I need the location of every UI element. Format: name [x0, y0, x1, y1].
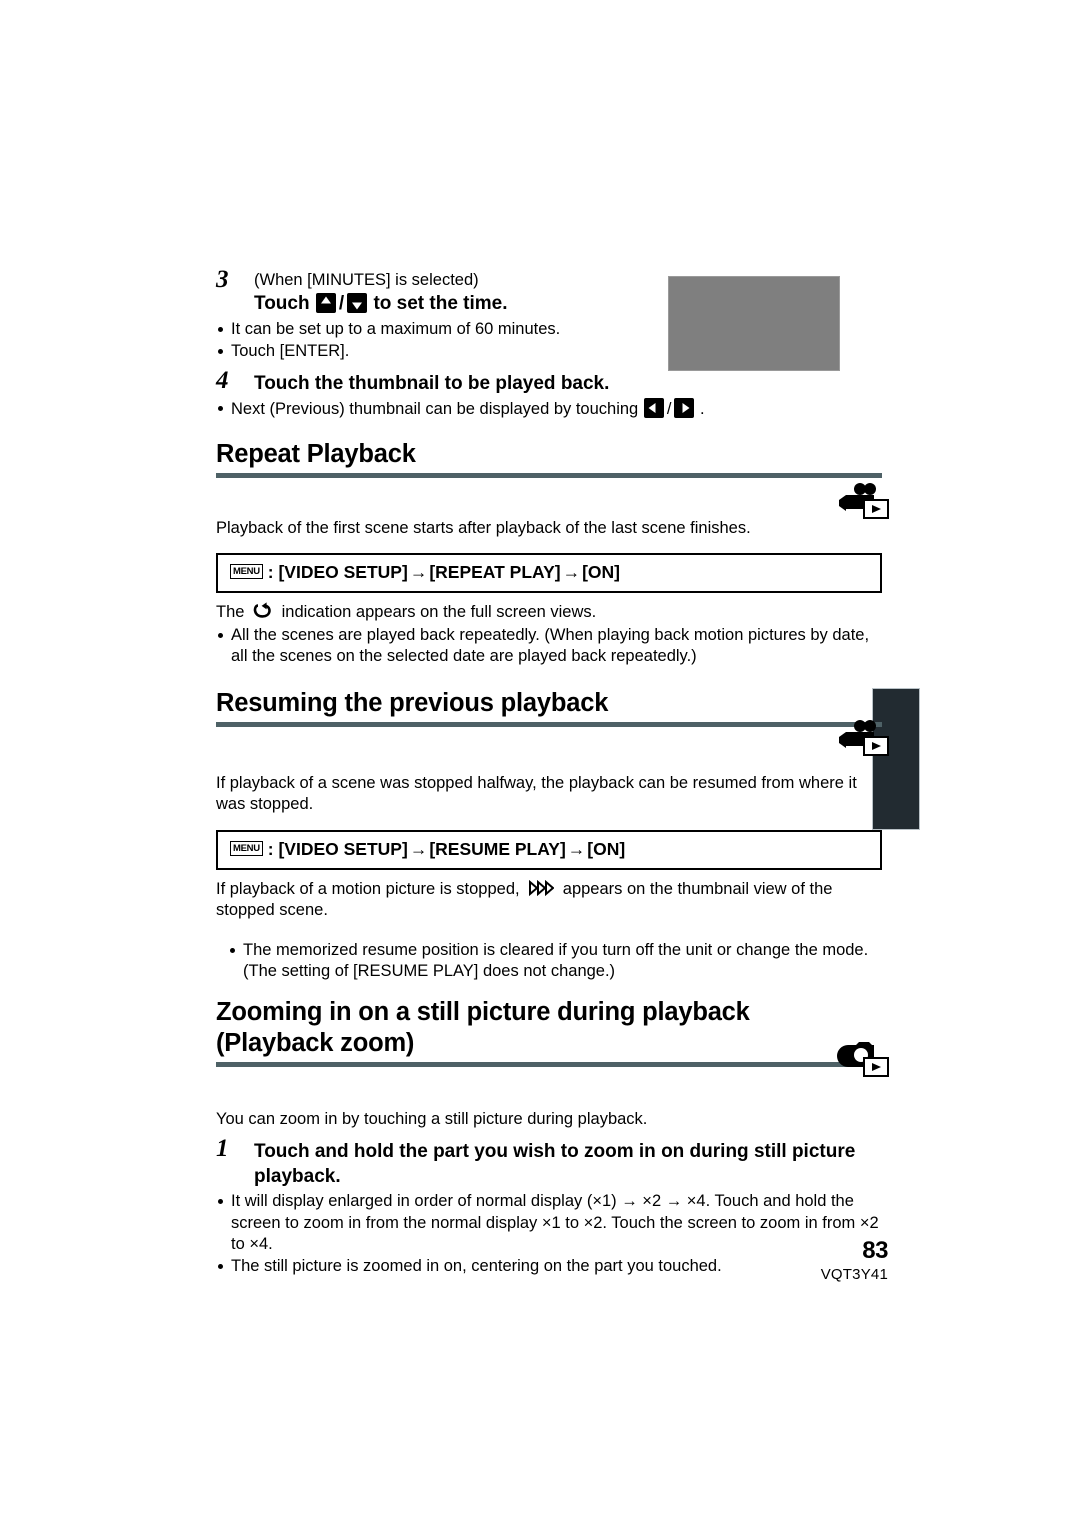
arrow-icon: →	[409, 838, 428, 859]
step-number: 3	[216, 266, 229, 293]
page-content: 3 (When [MINUTES] is selected) Touch / t…	[216, 266, 889, 1278]
menu-colon: :	[267, 562, 274, 582]
bullet-text-suffix: .	[700, 400, 705, 418]
triangle-up-button[interactable]	[315, 293, 336, 313]
triangle-left-button[interactable]	[643, 398, 664, 418]
document-code: VQT3Y41	[820, 1266, 888, 1283]
separator-slash: /	[338, 293, 345, 314]
resume-note-prefix: If playback of a motion picture is stopp…	[216, 879, 520, 898]
video-camera-playback-icon	[834, 718, 890, 760]
step-condition: (When [MINUTES] is selected)	[254, 271, 479, 289]
section-intro: You can zoom in by touching a still pict…	[216, 1109, 648, 1128]
bullet-item: All the scenes are played back repeatedl…	[216, 625, 882, 668]
heading-rule	[216, 1061, 882, 1067]
menu-icon[interactable]: MENU	[230, 840, 263, 856]
menu-path-repeat-play: MENU : [VIDEO SETUP] → [REPEAT PLAY] → […	[216, 553, 882, 593]
indication-prefix: The	[216, 603, 245, 621]
bullet-item: It can be set up to a maximum of 60 minu…	[216, 319, 882, 341]
triangle-right-button[interactable]	[674, 398, 695, 418]
step-3: 3 (When [MINUTES] is selected) Touch / t…	[216, 266, 882, 317]
section-bullets: The memorized resume position is cleared…	[228, 940, 882, 983]
section-intro: Playback of the first scene starts after…	[216, 518, 751, 537]
step-instruction: Touch and hold the part you wish to zoom…	[254, 1141, 856, 1187]
section-resuming-previous-playback: Resuming the previous playback If playba…	[216, 688, 889, 983]
separator-slash: /	[666, 400, 672, 418]
bullet-item: Next (Previous) thumbnail can be display…	[216, 398, 882, 421]
menu-item[interactable]: [ON]	[582, 562, 620, 583]
step-instruction: Touch / to set the time.	[254, 291, 882, 317]
indication-note: The indication appears on the full scree…	[216, 602, 882, 624]
step-instruction-suffix: to set the time.	[373, 293, 508, 314]
bullet-text-prefix: Next (Previous) thumbnail can be display…	[231, 400, 639, 418]
step-4: 4 Touch the thumbnail to be played back.	[216, 367, 882, 396]
menu-item[interactable]: [ON]	[587, 839, 625, 860]
step-4-bullets: Next (Previous) thumbnail can be display…	[216, 398, 882, 421]
manual-page: 3 (When [MINUTES] is selected) Touch / t…	[0, 0, 1080, 1526]
page-number: 83	[862, 1237, 888, 1264]
menu-colon: :	[267, 838, 274, 859]
section-heading: Repeat Playback	[216, 439, 416, 468]
arrow-icon: →	[567, 838, 586, 859]
menu-item[interactable]: [VIDEO SETUP]	[278, 562, 407, 583]
heading-rule	[216, 472, 882, 478]
step-1-zoom: 1 Touch and hold the part you wish to zo…	[216, 1135, 882, 1189]
step-instruction: Touch the thumbnail to be played back.	[254, 373, 610, 394]
arrow-icon: →	[562, 562, 581, 582]
menu-item[interactable]: [VIDEO SETUP]	[278, 839, 407, 860]
video-camera-playback-icon	[834, 481, 890, 523]
section-repeat-playback: Repeat Playback Playback of the first sc…	[216, 439, 889, 668]
bullet-item: The memorized resume position is cleared…	[228, 940, 882, 983]
section-heading-line-2: (Playback zoom)	[216, 1028, 415, 1057]
arrow-icon: →	[409, 562, 428, 582]
section-heading-line-1: Zooming in on a still picture during pla…	[216, 997, 750, 1026]
section-heading: Zooming in on a still picture during pla…	[216, 997, 882, 1059]
step-instruction-prefix: Touch	[254, 293, 310, 314]
menu-item[interactable]: [RESUME PLAY]	[429, 839, 565, 860]
heading-rule	[216, 721, 882, 727]
bullet-item: Touch [ENTER].	[216, 341, 882, 363]
section-bullets: All the scenes are played back repeatedl…	[216, 625, 882, 668]
menu-icon[interactable]: MENU	[230, 564, 263, 579]
resume-note: If playback of a motion picture is stopp…	[216, 879, 882, 922]
triangle-down-button[interactable]	[347, 293, 368, 313]
section-intro: If playback of a scene was stopped halfw…	[216, 773, 857, 814]
step-number: 1	[216, 1135, 229, 1162]
resume-play-icon	[528, 879, 555, 896]
step-number: 4	[216, 367, 229, 394]
menu-path-resume-play: MENU : [VIDEO SETUP] → [RESUME PLAY] → […	[216, 829, 882, 870]
indication-suffix: indication appears on the full screen vi…	[281, 603, 597, 621]
page-footer: 83 VQT3Y41	[688, 1237, 889, 1284]
still-camera-playback-icon	[834, 1039, 890, 1081]
section-playback-zoom: Zooming in on a still picture during pla…	[216, 997, 889, 1278]
repeat-loop-icon	[252, 602, 274, 620]
menu-item[interactable]: [REPEAT PLAY]	[429, 562, 560, 583]
step-3-bullets: It can be set up to a maximum of 60 minu…	[216, 319, 882, 362]
section-heading: Resuming the previous playback	[216, 688, 609, 717]
